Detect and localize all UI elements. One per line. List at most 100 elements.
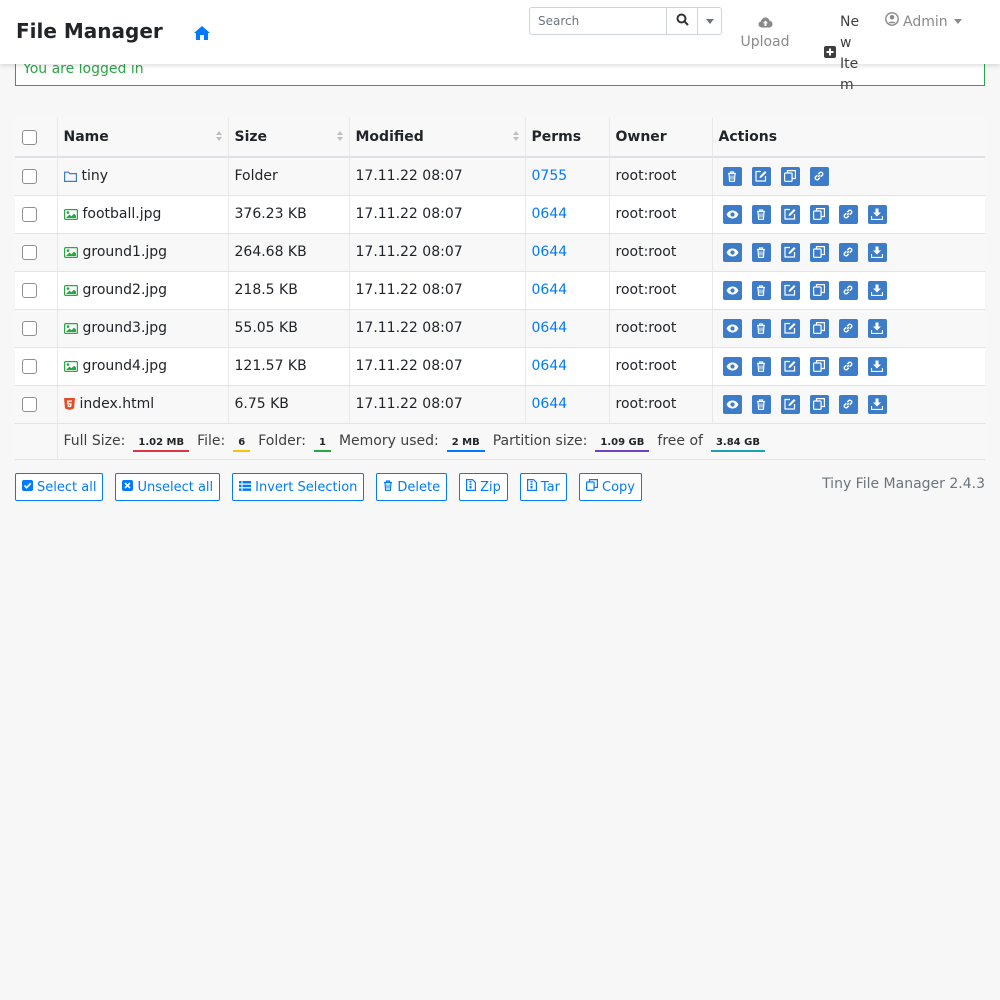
file-link[interactable]: football.jpg bbox=[63, 206, 222, 222]
file-name-cell: ground1.jpg bbox=[57, 233, 229, 272]
eye-icon[interactable] bbox=[722, 242, 742, 262]
copy-selected-button[interactable]: Copy bbox=[579, 473, 642, 501]
copy-icon[interactable] bbox=[780, 166, 800, 186]
free-of-badge: 3.84 GB bbox=[710, 435, 765, 452]
row-checkbox[interactable] bbox=[22, 244, 37, 260]
eye-icon[interactable] bbox=[722, 318, 742, 338]
file-size: 121.57 KB bbox=[228, 347, 350, 386]
eye-icon[interactable] bbox=[722, 356, 742, 376]
trash-icon[interactable] bbox=[751, 318, 771, 338]
file-link[interactable]: ground3.jpg bbox=[63, 320, 222, 336]
search-input[interactable] bbox=[529, 7, 667, 35]
table-row[interactable]: ground3.jpg 55.05 KB 17.11.22 08:07 0644 roo… bbox=[15, 309, 985, 348]
download-icon[interactable] bbox=[867, 394, 887, 414]
copy-icon[interactable] bbox=[809, 394, 829, 414]
permissions-link[interactable]: 0644 bbox=[532, 244, 568, 260]
edit-icon[interactable] bbox=[780, 280, 800, 300]
link-icon[interactable] bbox=[838, 394, 858, 414]
link-icon[interactable] bbox=[809, 166, 829, 186]
permissions-link[interactable]: 0644 bbox=[532, 396, 568, 412]
zip-button[interactable]: Zip bbox=[459, 473, 508, 501]
file-link[interactable]: ground1.jpg bbox=[63, 244, 222, 260]
copy-icon[interactable] bbox=[809, 204, 829, 224]
row-checkbox[interactable] bbox=[22, 168, 37, 184]
unselect-all-button[interactable]: Unselect all bbox=[115, 473, 221, 501]
new-item-button[interactable]: New Item bbox=[822, 12, 872, 96]
permissions-link[interactable]: 0644 bbox=[532, 320, 568, 336]
link-icon[interactable] bbox=[838, 242, 858, 262]
admin-menu[interactable]: Admin bbox=[885, 12, 962, 31]
trash-icon bbox=[383, 479, 393, 495]
file-owner: root:root bbox=[609, 385, 713, 424]
link-icon[interactable] bbox=[838, 318, 858, 338]
row-checkbox[interactable] bbox=[22, 206, 37, 222]
table-row[interactable]: index.html 6.75 KB 17.11.22 08:07 0644 root:… bbox=[15, 385, 985, 424]
permissions-link[interactable]: 0644 bbox=[532, 206, 568, 222]
table-row[interactable]: tiny Folder 17.11.22 08:07 0755 root:root bbox=[15, 157, 985, 196]
download-icon[interactable] bbox=[867, 318, 887, 338]
link-icon[interactable] bbox=[838, 280, 858, 300]
download-icon[interactable] bbox=[867, 242, 887, 262]
search-options-toggle[interactable] bbox=[698, 7, 722, 35]
column-header-modified[interactable]: Modified bbox=[349, 118, 526, 158]
delete-selected-button[interactable]: Delete bbox=[376, 473, 448, 501]
file-link[interactable]: ground2.jpg bbox=[63, 282, 222, 298]
file-link[interactable]: tiny bbox=[63, 168, 222, 184]
file-name: ground4.jpg bbox=[82, 358, 168, 374]
permissions-link[interactable]: 0644 bbox=[532, 282, 568, 298]
trash-icon[interactable] bbox=[751, 394, 771, 414]
trash-icon[interactable] bbox=[722, 166, 742, 186]
trash-icon[interactable] bbox=[751, 204, 771, 224]
eye-icon[interactable] bbox=[722, 394, 742, 414]
file-count-label: File: bbox=[197, 433, 226, 449]
row-checkbox[interactable] bbox=[22, 396, 37, 412]
trash-icon[interactable] bbox=[751, 242, 771, 262]
row-checkbox[interactable] bbox=[22, 358, 37, 374]
invert-selection-button[interactable]: Invert Selection bbox=[232, 473, 365, 501]
upload-button[interactable]: Upload bbox=[740, 12, 790, 53]
permissions-link[interactable]: 0644 bbox=[532, 358, 568, 374]
edit-icon[interactable] bbox=[780, 356, 800, 376]
download-icon[interactable] bbox=[867, 204, 887, 224]
row-actions bbox=[719, 394, 980, 414]
stats-row: Full Size: 1.02 MB File: 6 Folder: 1 Mem… bbox=[15, 423, 985, 460]
table-row[interactable]: ground1.jpg 264.68 KB 17.11.22 08:07 0644 ro… bbox=[15, 233, 985, 272]
search-group bbox=[529, 7, 722, 35]
edit-icon[interactable] bbox=[780, 318, 800, 338]
link-icon[interactable] bbox=[838, 356, 858, 376]
select-all-checkbox[interactable] bbox=[22, 129, 37, 145]
link-icon[interactable] bbox=[838, 204, 858, 224]
edit-icon[interactable] bbox=[780, 204, 800, 224]
row-checkbox[interactable] bbox=[22, 320, 37, 336]
table-row[interactable]: football.jpg 376.23 KB 17.11.22 08:07 0644 r… bbox=[15, 195, 985, 234]
copy-icon[interactable] bbox=[809, 280, 829, 300]
file-owner: root:root bbox=[609, 309, 713, 348]
download-icon[interactable] bbox=[867, 280, 887, 300]
tar-button[interactable]: Tar bbox=[519, 473, 567, 501]
copy-icon[interactable] bbox=[809, 318, 829, 338]
select-all-button[interactable]: Select all bbox=[15, 473, 104, 501]
edit-icon[interactable] bbox=[780, 242, 800, 262]
column-header-size[interactable]: Size bbox=[228, 118, 350, 158]
download-icon[interactable] bbox=[867, 356, 887, 376]
search-button[interactable] bbox=[667, 7, 698, 35]
row-checkbox[interactable] bbox=[22, 282, 37, 298]
permissions-link[interactable]: 0755 bbox=[532, 168, 568, 184]
trash-icon[interactable] bbox=[751, 280, 771, 300]
copy-icon[interactable] bbox=[809, 356, 829, 376]
column-header-name[interactable]: Name bbox=[57, 118, 229, 158]
eye-icon[interactable] bbox=[722, 280, 742, 300]
file-link[interactable]: index.html bbox=[63, 396, 222, 412]
user-circle-icon bbox=[885, 12, 899, 31]
eye-icon[interactable] bbox=[722, 204, 742, 224]
home-icon[interactable] bbox=[193, 24, 211, 42]
edit-icon[interactable] bbox=[751, 166, 771, 186]
stats-bar: Full Size: 1.02 MB File: 6 Folder: 1 Mem… bbox=[64, 433, 980, 452]
table-row[interactable]: ground2.jpg 218.5 KB 17.11.22 08:07 0644 roo… bbox=[15, 271, 985, 310]
file-link[interactable]: ground4.jpg bbox=[63, 358, 222, 374]
table-row[interactable]: ground4.jpg 121.57 KB 17.11.22 08:07 0644 ro… bbox=[15, 347, 985, 386]
edit-icon[interactable] bbox=[780, 394, 800, 414]
file-modified: 17.11.22 08:07 bbox=[349, 385, 526, 424]
trash-icon[interactable] bbox=[751, 356, 771, 376]
copy-icon[interactable] bbox=[809, 242, 829, 262]
